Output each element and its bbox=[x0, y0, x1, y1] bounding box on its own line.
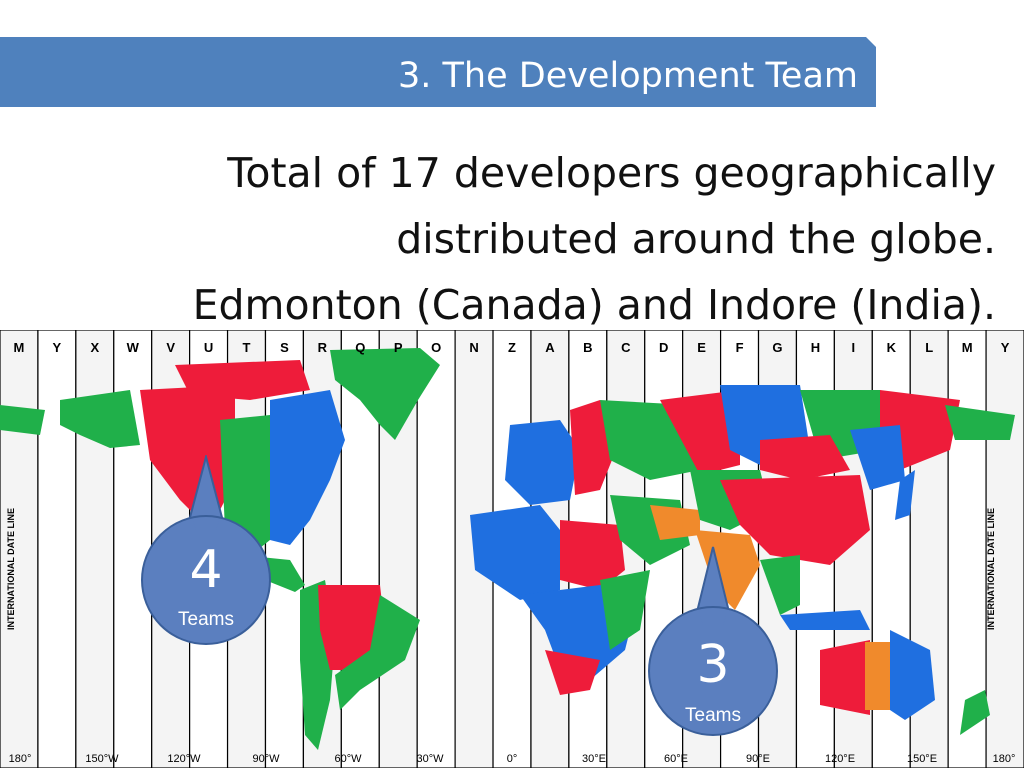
longitude-label: 30°E bbox=[582, 753, 606, 765]
zone-letter: C bbox=[621, 340, 631, 355]
slide-title: 3. The Development Team bbox=[398, 56, 858, 96]
longitude-label: 60°E bbox=[664, 753, 688, 765]
zone-letter: F bbox=[736, 340, 744, 355]
longitude-label: 120°E bbox=[825, 753, 855, 765]
longitude-label: 180° bbox=[993, 753, 1016, 765]
zone-letter: U bbox=[204, 340, 213, 355]
zone-letter: K bbox=[887, 340, 897, 355]
longitude-label: 120°W bbox=[167, 753, 201, 765]
zone-letter: A bbox=[545, 340, 555, 355]
team-count: 4 bbox=[189, 540, 223, 600]
zone-letter: Y bbox=[1001, 340, 1010, 355]
zone-stripe bbox=[37, 330, 77, 768]
zone-letter: P bbox=[394, 340, 403, 355]
intro-line-2: distributed around the globe. bbox=[396, 215, 996, 263]
zone-letter: H bbox=[811, 340, 820, 355]
longitude-label: 180° bbox=[9, 753, 32, 765]
date-line-label-left: INTERNATIONAL DATE LINE bbox=[6, 508, 16, 630]
zone-letter: N bbox=[469, 340, 478, 355]
intro-line-1: Total of 17 developers geographically bbox=[227, 149, 996, 197]
zone-stripe bbox=[416, 330, 456, 768]
zone-letter: B bbox=[583, 340, 592, 355]
zone-letter: L bbox=[925, 340, 933, 355]
team-label: Teams bbox=[178, 609, 234, 630]
zone-letter: D bbox=[659, 340, 668, 355]
team-count: 3 bbox=[696, 635, 730, 695]
zone-letter: M bbox=[14, 340, 25, 355]
zone-letter: G bbox=[772, 340, 782, 355]
zone-letter: Z bbox=[508, 340, 516, 355]
team-callout-edmonton: 4 Teams bbox=[138, 455, 274, 645]
zone-letter: I bbox=[852, 340, 856, 355]
team-label: Teams bbox=[685, 705, 741, 726]
longitude-label: 150°W bbox=[85, 753, 119, 765]
intro-text: Total of 17 developers geographically di… bbox=[116, 140, 996, 338]
longitude-label: 30°W bbox=[416, 753, 444, 765]
zone-letter: Q bbox=[355, 340, 365, 355]
zone-letter: V bbox=[166, 340, 175, 355]
zone-letter: Y bbox=[53, 340, 62, 355]
longitude-label: 90°W bbox=[252, 753, 280, 765]
chukotka-west bbox=[0, 405, 45, 435]
zone-letter: M bbox=[962, 340, 973, 355]
zone-letter: O bbox=[431, 340, 441, 355]
zone-letter: S bbox=[280, 340, 289, 355]
australia-west bbox=[820, 640, 870, 715]
longitude-label: 90°E bbox=[746, 753, 770, 765]
longitude-label: 150°E bbox=[907, 753, 937, 765]
zone-letter: X bbox=[90, 340, 99, 355]
intro-line-3: Edmonton (Canada) and Indore (India). bbox=[192, 281, 996, 329]
zone-letter: W bbox=[127, 340, 140, 355]
zone-letter: E bbox=[697, 340, 706, 355]
zone-letter: R bbox=[318, 340, 328, 355]
zone-letter: T bbox=[243, 340, 251, 355]
date-line-label-right: INTERNATIONAL DATE LINE bbox=[986, 508, 996, 630]
longitude-label: 0° bbox=[507, 753, 518, 765]
longitude-label: 60°W bbox=[334, 753, 362, 765]
team-callout-indore: 3 Teams bbox=[645, 545, 781, 745]
